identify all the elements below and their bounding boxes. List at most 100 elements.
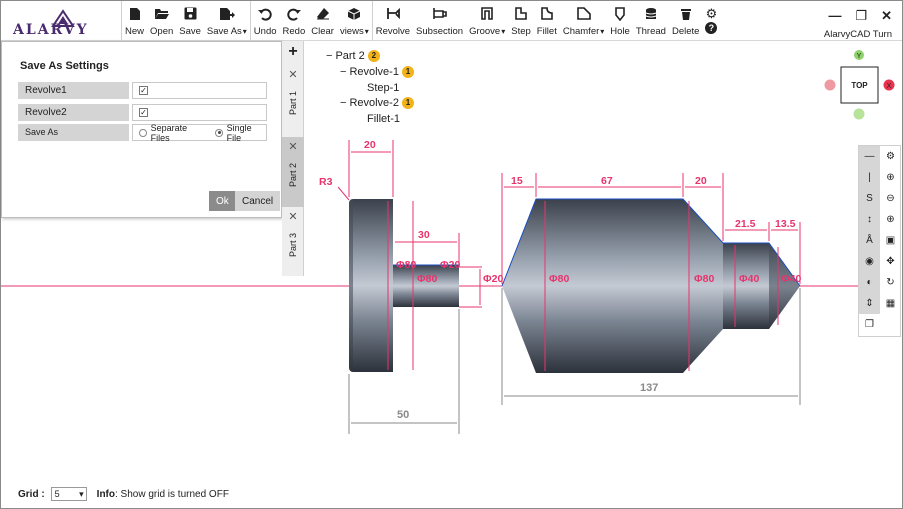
neg-y-handle[interactable] (853, 108, 865, 120)
fillet-button[interactable]: Fillet (534, 1, 560, 41)
tree-node-part[interactable]: − Part 22 (326, 50, 380, 62)
redo-icon (286, 5, 302, 22)
dialog-row-save-as: Save As Separate Files Single File (18, 122, 267, 143)
tree-node-revolve-2[interactable]: − Revolve-2 1 (340, 97, 414, 109)
delete-button[interactable]: Delete (669, 1, 702, 41)
tab-part-2[interactable]: ✕ Part 2 (282, 137, 304, 207)
add-part-button[interactable]: + (282, 41, 304, 63)
vertical-dimension-icon[interactable]: ↕ (859, 209, 880, 230)
close-icon[interactable]: ✕ (881, 8, 892, 24)
groove-icon (479, 5, 495, 22)
settings-help-group: ⚙ ? (702, 1, 720, 41)
fillet-icon (539, 5, 555, 22)
status-bar: Grid : 5 ▾ Info : Show grid is turned OFF (18, 487, 229, 501)
step-icon (513, 5, 529, 22)
count-badge: 1 (401, 97, 414, 109)
single-file-radio[interactable] (215, 128, 223, 137)
save-icon (182, 5, 198, 22)
views-button[interactable]: views (337, 1, 372, 41)
tab-part-1[interactable]: ✕ Part 1 (282, 65, 304, 137)
up-down-arrows-icon[interactable]: ⇕ (859, 293, 880, 314)
grid-label: Grid : (18, 488, 45, 500)
x-axis-label: X (887, 83, 892, 90)
row-label: Revolve1 (18, 82, 129, 99)
count-badge: 2 (367, 50, 380, 62)
logo-text: ALARVY (13, 22, 89, 38)
layers-icon[interactable]: ❐ (859, 314, 880, 335)
undo-button[interactable]: Undo (251, 1, 280, 41)
line-horizontal-icon[interactable]: — (859, 146, 880, 167)
symmetry-icon[interactable]: Å (859, 230, 880, 251)
eraser-icon (315, 5, 331, 22)
gear-icon[interactable]: ⚙ (706, 7, 718, 20)
subsection-button[interactable]: Subsection (413, 1, 466, 41)
save-button[interactable]: Save (176, 1, 204, 41)
tab-part-3[interactable]: ✕ Part 3 (282, 207, 304, 276)
mouse-icon[interactable]: ⚙ (880, 146, 901, 167)
separate-files-label: Separate Files (150, 122, 188, 143)
tree-node-revolve-1[interactable]: − Revolve-1 1 (340, 66, 414, 78)
zoom-fit-icon[interactable]: ⊕ (880, 209, 901, 230)
neg-x-handle[interactable] (824, 79, 836, 91)
dialog-title: Save As Settings (20, 60, 109, 72)
redo-button[interactable]: Redo (280, 1, 309, 41)
zoom-in-icon[interactable]: ⊕ (880, 167, 901, 188)
tree-node-step-1[interactable]: Step-1 (367, 82, 399, 94)
thread-button[interactable]: Thread (633, 1, 669, 41)
cancel-button[interactable]: Cancel (235, 191, 281, 211)
minimize-icon[interactable]: — (828, 8, 841, 24)
logo: ALARVY (1, 1, 122, 40)
y-axis-label: Y (857, 53, 862, 60)
dialog-row-revolve1: Revolve1 ✓ (18, 82, 267, 99)
row-label: Save As (18, 124, 129, 141)
view-cube[interactable]: Y X TOP (822, 48, 898, 120)
thread-icon (643, 5, 659, 22)
app-title: AlarvyCAD Turn (823, 29, 892, 40)
open-button[interactable]: Open (147, 1, 176, 41)
view-face-label: TOP (851, 81, 868, 90)
chamfer-button[interactable]: Chamfer (560, 1, 607, 41)
toolbar: ALARVY New Open Save Save As Undo Redo (1, 1, 902, 41)
subsection-icon (432, 5, 448, 22)
grid-icon[interactable]: ▦ (880, 293, 901, 314)
spline-icon[interactable]: S (859, 188, 880, 209)
hole-button[interactable]: Hole (607, 1, 633, 41)
count-badge: 1 (401, 66, 414, 78)
info-text: : Show grid is turned OFF (115, 488, 229, 500)
file-group: New Open Save Save As (122, 1, 251, 41)
groove-button[interactable]: Groove (466, 1, 508, 41)
revolve2-checkbox[interactable]: ✓ (139, 108, 148, 117)
grid-select[interactable]: 5 ▾ (50, 487, 87, 501)
dialog-row-revolve2: Revolve2 ✓ (18, 104, 267, 121)
trash-icon (678, 5, 694, 22)
tab-label: Part 2 (288, 163, 298, 188)
revolve-button[interactable]: Revolve (373, 1, 413, 41)
chevron-down-icon: ▾ (79, 488, 84, 499)
tab-label: Part 3 (288, 233, 298, 258)
separate-files-radio[interactable] (139, 128, 147, 137)
hole-icon (612, 5, 628, 22)
zoom-window-icon[interactable]: ▣ (880, 230, 901, 251)
pan-icon[interactable]: ✥ (880, 251, 901, 272)
cube-icon (346, 5, 362, 22)
eye-icon[interactable]: ◉ (859, 251, 880, 272)
close-part-3-icon[interactable]: ✕ (288, 210, 297, 223)
close-part-1-icon[interactable]: ✕ (288, 68, 297, 81)
step-button[interactable]: Step (508, 1, 534, 41)
revolve1-checkbox[interactable]: ✓ (139, 86, 148, 95)
folder-open-icon (154, 5, 170, 22)
zoom-out-icon[interactable]: ⊖ (880, 188, 901, 209)
line-vertical-icon[interactable]: | (859, 167, 880, 188)
restore-icon[interactable]: ❐ (855, 8, 867, 24)
save-as-button[interactable]: Save As (204, 1, 250, 41)
clear-button[interactable]: Clear (308, 1, 337, 41)
tree-node-fillet-1[interactable]: Fillet-1 (367, 113, 400, 125)
help-icon[interactable]: ? (705, 22, 718, 34)
tab-label: Part 1 (288, 91, 298, 116)
new-button[interactable]: New (122, 1, 147, 41)
close-part-2-icon[interactable]: ✕ (288, 140, 297, 153)
ok-button[interactable]: Ok (209, 191, 236, 211)
contrast-icon[interactable]: ◐ (859, 272, 880, 293)
save-as-settings-dialog: Save As Settings Revolve1 ✓ Revolve2 ✓ S… (1, 41, 282, 218)
rotate-icon[interactable]: ↻ (880, 272, 901, 293)
